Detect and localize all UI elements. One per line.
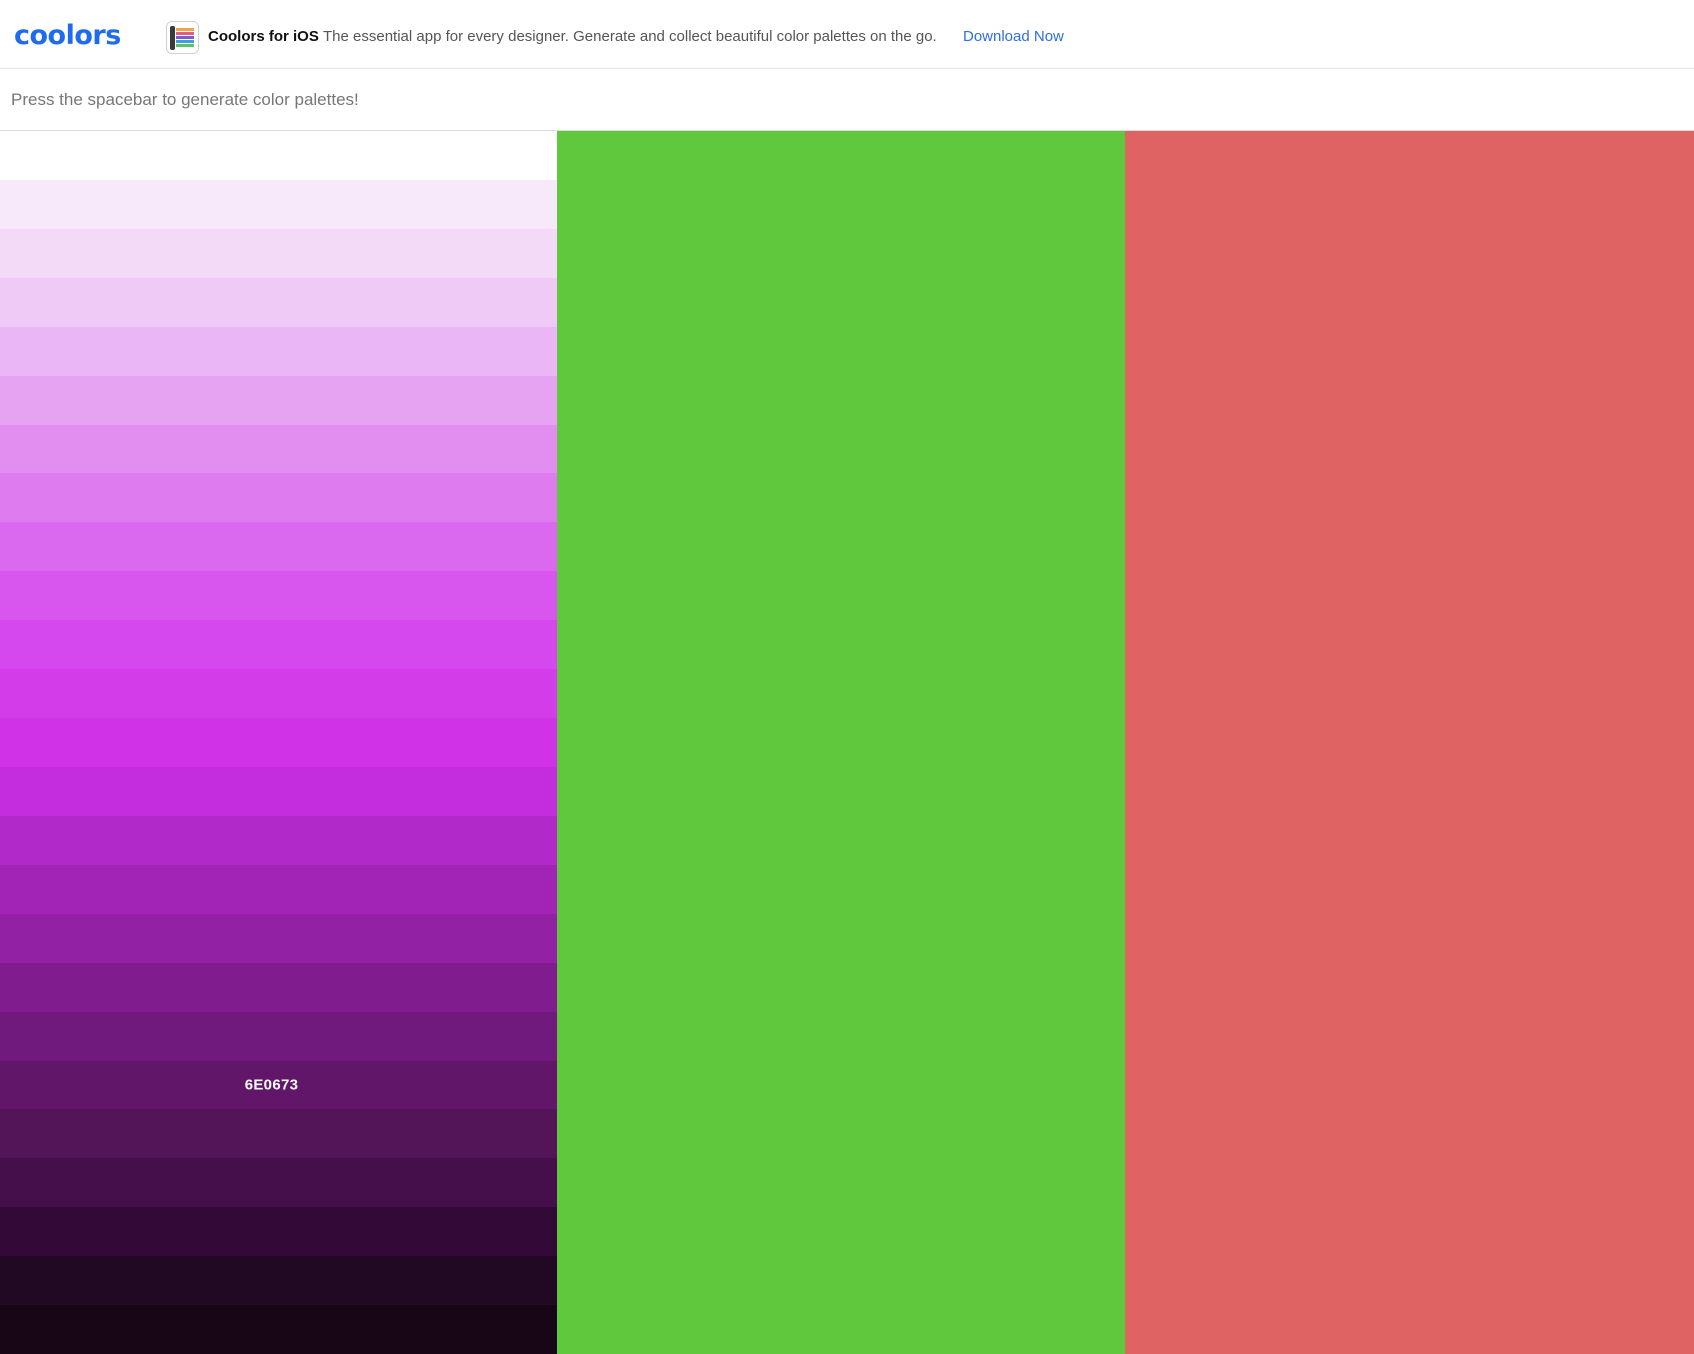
shade-hex-label: 6E0673 xyxy=(244,1076,299,1094)
shade-swatch[interactable] xyxy=(0,815,557,865)
palette: 6E0673 xyxy=(0,131,1694,1354)
shade-swatch[interactable] xyxy=(0,620,557,670)
shade-swatch[interactable] xyxy=(0,522,557,572)
promo-title: Coolors for iOS xyxy=(208,28,319,45)
shade-swatch[interactable]: 6E0673 xyxy=(0,1060,557,1110)
shade-swatch[interactable] xyxy=(0,228,557,278)
shade-swatch[interactable] xyxy=(0,473,557,523)
ios-app-icon xyxy=(166,21,199,54)
coolors-logo[interactable]: coolors xyxy=(14,18,121,54)
shade-swatch[interactable] xyxy=(0,277,557,327)
shade-swatch[interactable] xyxy=(0,424,557,474)
shade-swatch[interactable] xyxy=(0,766,557,816)
palette-column-green[interactable] xyxy=(557,131,1125,1354)
promo-description: The essential app for every designer. Ge… xyxy=(323,28,937,45)
shade-swatch[interactable] xyxy=(0,1256,557,1306)
shade-swatch[interactable] xyxy=(0,179,557,229)
shade-swatch[interactable] xyxy=(0,1011,557,1061)
shade-swatch[interactable] xyxy=(0,669,557,719)
shade-swatch[interactable] xyxy=(0,375,557,425)
shade-swatch[interactable] xyxy=(0,326,557,376)
shade-swatch[interactable] xyxy=(0,571,557,621)
hint-bar: Press the spacebar to generate color pal… xyxy=(0,69,1694,131)
palette-column-red[interactable] xyxy=(1125,131,1694,1354)
top-banner: coolors Coolors for iOS The essential ap… xyxy=(0,0,1694,69)
shade-swatch[interactable] xyxy=(0,1207,557,1257)
shade-swatch[interactable] xyxy=(0,718,557,767)
spacebar-hint: Press the spacebar to generate color pal… xyxy=(11,90,359,109)
shade-swatch[interactable] xyxy=(0,962,557,1012)
shade-swatch[interactable] xyxy=(0,913,557,963)
shade-swatch[interactable] xyxy=(0,1109,557,1159)
download-now-link[interactable]: Download Now xyxy=(963,27,1064,47)
shade-swatch[interactable] xyxy=(0,1158,557,1208)
shade-swatch[interactable] xyxy=(0,1305,557,1354)
palette-column-shades[interactable]: 6E0673 xyxy=(0,131,557,1354)
shade-swatch[interactable] xyxy=(0,864,557,914)
shade-swatch[interactable] xyxy=(0,131,557,180)
